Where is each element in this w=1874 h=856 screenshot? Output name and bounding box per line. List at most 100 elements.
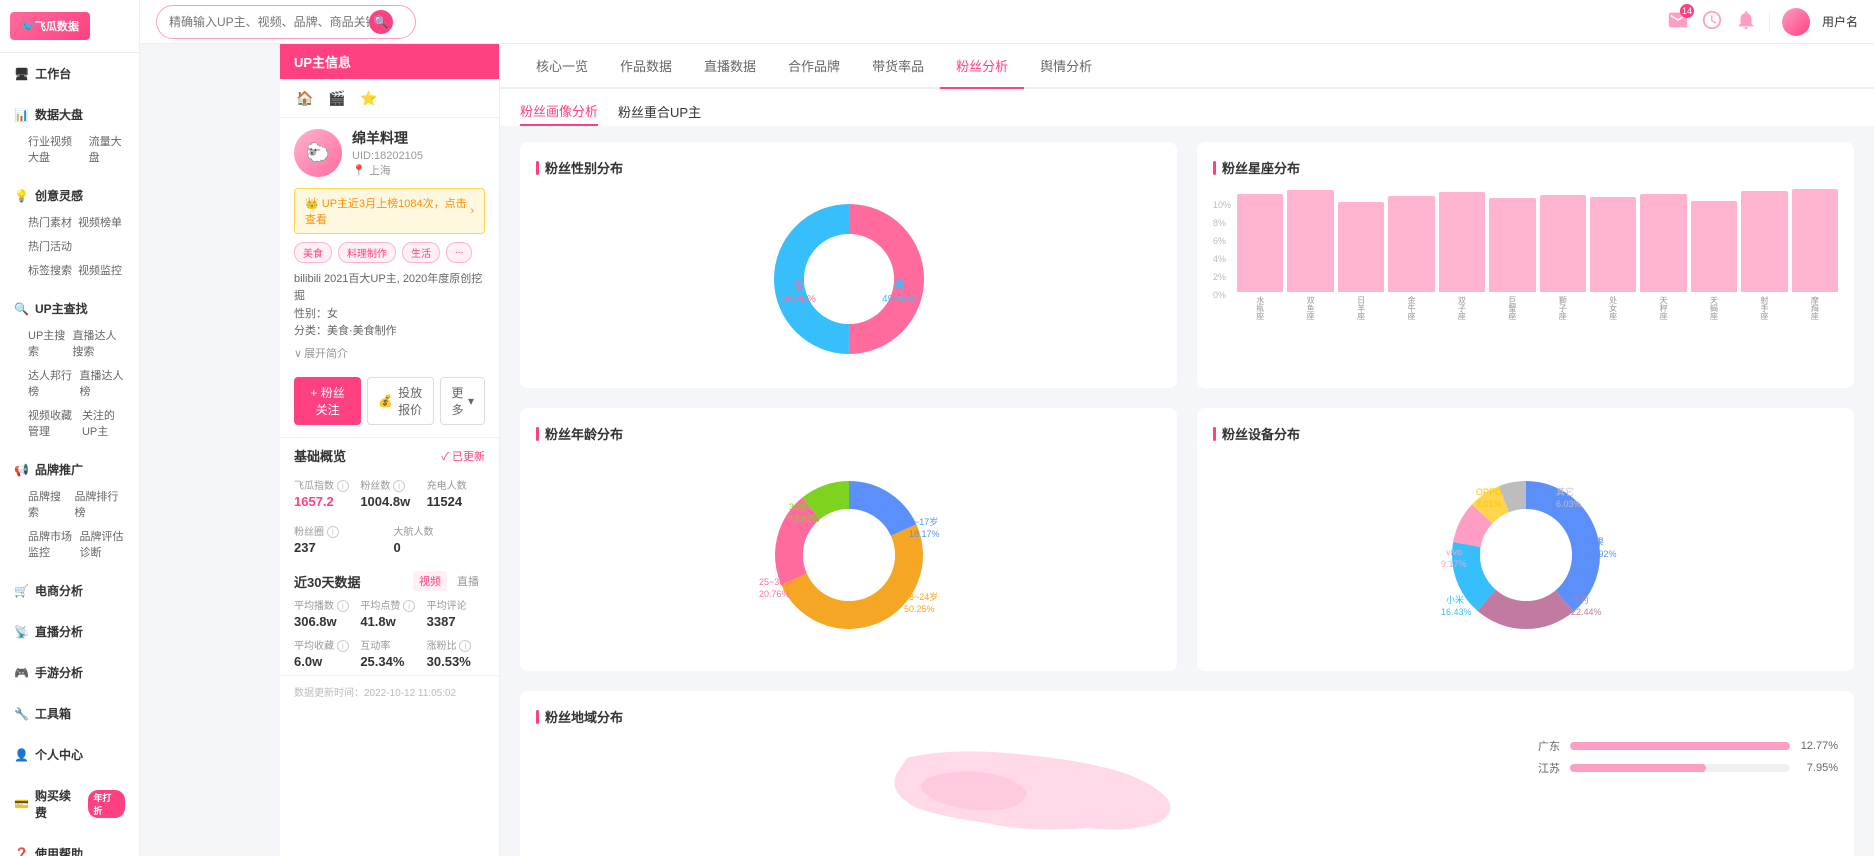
sidebar-item-live-search[interactable]: 直播达人搜索 bbox=[72, 327, 125, 359]
fans-count-info[interactable]: i bbox=[393, 480, 405, 492]
bell-icon-wrap[interactable] bbox=[1735, 9, 1757, 34]
sidebar-item-video-rank[interactable]: 视频榜单 bbox=[78, 214, 122, 230]
more-button[interactable]: 更多 ▾ bbox=[440, 377, 485, 425]
sidebar-item-workbench[interactable]: 🖥 工作台 bbox=[0, 59, 139, 88]
sidebar-item-traffic[interactable]: 流量大盘 bbox=[89, 133, 125, 165]
age-chart-card: 粉丝年龄分布 0~17 bbox=[520, 408, 1177, 671]
nav-portrait[interactable]: 粉丝画像分析 bbox=[520, 101, 598, 126]
sidebar-item-brand-rank[interactable]: 品牌排行榜 bbox=[74, 488, 125, 520]
fans-index-info[interactable]: i bbox=[337, 480, 349, 492]
up-identity: 绵羊料理 UID:18202105 📍 上海 bbox=[352, 128, 423, 178]
sidebar-item-live[interactable]: 📡 直播分析 bbox=[0, 617, 139, 646]
logo-area: 🐦飞瓜数据 bbox=[0, 0, 139, 53]
province-guangdong-pct: 12.77% bbox=[1798, 740, 1838, 752]
sidebar-item-profile[interactable]: 👤 个人中心 bbox=[0, 740, 139, 769]
sidebar-item-hot-activity[interactable]: 热门活动 bbox=[28, 238, 72, 254]
user-avatar[interactable] bbox=[1782, 8, 1810, 36]
sidebar-item-ecommerce[interactable]: 🛒 电商分析 bbox=[0, 576, 139, 605]
sidebar-item-brand-monitor[interactable]: 品牌市场监控 bbox=[28, 528, 74, 560]
sidebar-item-brand-eval[interactable]: 品牌评估诊断 bbox=[80, 528, 126, 560]
age-25-30-pct: 20.76% bbox=[759, 589, 790, 599]
zodiac-bar bbox=[1691, 201, 1737, 292]
tab-core[interactable]: 核心一览 bbox=[520, 44, 604, 89]
big-fans-label: 大航人数 bbox=[394, 523, 486, 538]
star-action-icon[interactable]: ⭐ bbox=[358, 87, 380, 109]
up-sub1: UP主搜索 直播达人搜索 bbox=[0, 323, 139, 363]
avg-share-info[interactable]: i bbox=[337, 640, 349, 652]
sidebar-item-purchase[interactable]: 💳 购买续费 年打折 bbox=[0, 781, 139, 827]
tab-live[interactable]: 直播 bbox=[451, 571, 485, 591]
sidebar-item-hot-material[interactable]: 热门素材 bbox=[28, 214, 72, 230]
sidebar-item-video-monitor[interactable]: 视频监控 bbox=[78, 262, 122, 278]
tools-icon: 🔧 bbox=[14, 707, 29, 721]
male-label: 男 bbox=[893, 280, 904, 292]
tag-more[interactable]: ... bbox=[446, 242, 472, 263]
sidebar-item-video-collection[interactable]: 视频收藏管理 bbox=[28, 407, 76, 439]
sidebar-item-help[interactable]: ❓ 使用帮助 bbox=[0, 839, 139, 856]
device-other-pct: 6.03% bbox=[1556, 499, 1582, 509]
device-huawei-label: 华为 bbox=[1571, 594, 1589, 605]
sidebar-item-game[interactable]: 🎮 手游分析 bbox=[0, 658, 139, 687]
stat-fans-circle: 粉丝圈 i 237 bbox=[294, 523, 386, 555]
live-icon: 📡 bbox=[14, 625, 29, 639]
zodiac-chart-card: 粉丝星座分布 10% 8% 6% 4% 2% 0% 水瓶座双鱼座日羊座金牛座双 bbox=[1197, 142, 1854, 388]
growth-label: 涨粉比 i bbox=[427, 637, 485, 652]
film-action-icon[interactable]: 🎬 bbox=[326, 87, 348, 109]
fans-circle-info[interactable]: i bbox=[327, 526, 339, 538]
zodiac-bar-col: 日羊座 bbox=[1338, 202, 1384, 320]
female-pct: 50.06% bbox=[782, 294, 816, 305]
show-more-btn[interactable]: ∨展开简介 bbox=[280, 345, 499, 369]
search-button[interactable]: 🔍 bbox=[369, 10, 393, 34]
up-promo[interactable]: 👑 UP主近3月上榜1084次，点击查看 › bbox=[294, 188, 485, 234]
gender-chart-card: 粉丝性别分布 女 50.06 bbox=[520, 142, 1177, 388]
sidebar-item-tag-search[interactable]: 标签搜索 bbox=[28, 262, 72, 278]
topbar-right: 14 用户名 bbox=[1667, 8, 1858, 36]
clock-icon-wrap[interactable] bbox=[1701, 9, 1723, 34]
tab-works[interactable]: 作品数据 bbox=[604, 44, 688, 89]
quote-button[interactable]: 💰 投放报价 bbox=[367, 377, 434, 425]
gender-donut-wrap: 女 50.06% 男 49.94% bbox=[759, 189, 939, 372]
bell-icon bbox=[1735, 9, 1757, 31]
avg-play-info[interactable]: i bbox=[337, 600, 349, 612]
tab-fans[interactable]: 粉丝分析 bbox=[940, 44, 1024, 89]
creative-sub3: 标签搜索 视频监控 bbox=[0, 258, 139, 282]
search-input[interactable] bbox=[169, 15, 369, 29]
tab-sentiment[interactable]: 舆情分析 bbox=[1024, 44, 1108, 89]
basic-overview-title: 基础概览 bbox=[294, 446, 346, 465]
user-name: 用户名 bbox=[1822, 13, 1858, 30]
sidebar-item-datadash[interactable]: 📊 数据大盘 bbox=[0, 100, 139, 129]
recent-tabs: 视频 直播 bbox=[413, 571, 485, 591]
sidebar-item-brand-search[interactable]: 品牌搜索 bbox=[28, 488, 68, 520]
desc-bilibili: bilibili 2021百大UP主, 2020年度原创挖掘 bbox=[294, 271, 485, 304]
sidebar-item-up-search[interactable]: 🔍 UP主查找 bbox=[0, 294, 139, 323]
right-content: 核心一览 作品数据 直播数据 合作品牌 带货率品 粉丝分析 舆情分析 粉丝画像分… bbox=[500, 44, 1874, 856]
desc-gender: 性别：女 bbox=[294, 306, 485, 323]
sidebar-item-live-rank[interactable]: 直播达人榜 bbox=[80, 367, 126, 399]
tab-brands[interactable]: 合作品牌 bbox=[772, 44, 856, 89]
tab-video[interactable]: 视频 bbox=[413, 571, 447, 591]
sidebar-item-influencer-rank[interactable]: 达人邦行榜 bbox=[28, 367, 74, 399]
stat-fans-index: 飞瓜指数 i 1657.2 bbox=[294, 477, 352, 509]
zodiac-bar-label: 摩羯座 bbox=[1809, 296, 1820, 320]
home-action-icon[interactable]: 🏠 bbox=[294, 87, 316, 109]
gender-donut-svg: 女 50.06% 男 49.94% bbox=[759, 189, 939, 369]
mail-icon-wrap[interactable]: 14 bbox=[1667, 9, 1689, 34]
sidebar-item-industry[interactable]: 行业视频大盘 bbox=[28, 133, 83, 165]
avg-like-info[interactable]: i bbox=[403, 600, 415, 612]
sidebar-item-up-search-item[interactable]: UP主搜索 bbox=[28, 327, 66, 359]
zodiac-bar-label: 日羊座 bbox=[1356, 296, 1367, 320]
follow-button[interactable]: + 粉丝关注 bbox=[294, 377, 361, 425]
fans-index-label: 飞瓜指数 i bbox=[294, 477, 352, 492]
tab-products[interactable]: 带货率品 bbox=[856, 44, 940, 89]
recent-title: 近30天数据 bbox=[294, 572, 360, 591]
growth-info[interactable]: i bbox=[459, 640, 471, 652]
sidebar-item-following[interactable]: 关注的UP主 bbox=[82, 407, 125, 439]
zodiac-bar bbox=[1439, 192, 1485, 292]
tab-live[interactable]: 直播数据 bbox=[688, 44, 772, 89]
sidebar-item-tools[interactable]: 🔧 工具箱 bbox=[0, 699, 139, 728]
sidebar-item-brand[interactable]: 📢 品牌推广 bbox=[0, 455, 139, 484]
sidebar-item-creative[interactable]: 💡 创意灵感 bbox=[0, 181, 139, 210]
avg-play-label: 平均播数 i bbox=[294, 597, 352, 612]
map-container: 广东 12.77% 江苏 7.95% bbox=[536, 738, 1838, 856]
nav-overlap[interactable]: 粉丝重合UP主 bbox=[618, 102, 701, 125]
